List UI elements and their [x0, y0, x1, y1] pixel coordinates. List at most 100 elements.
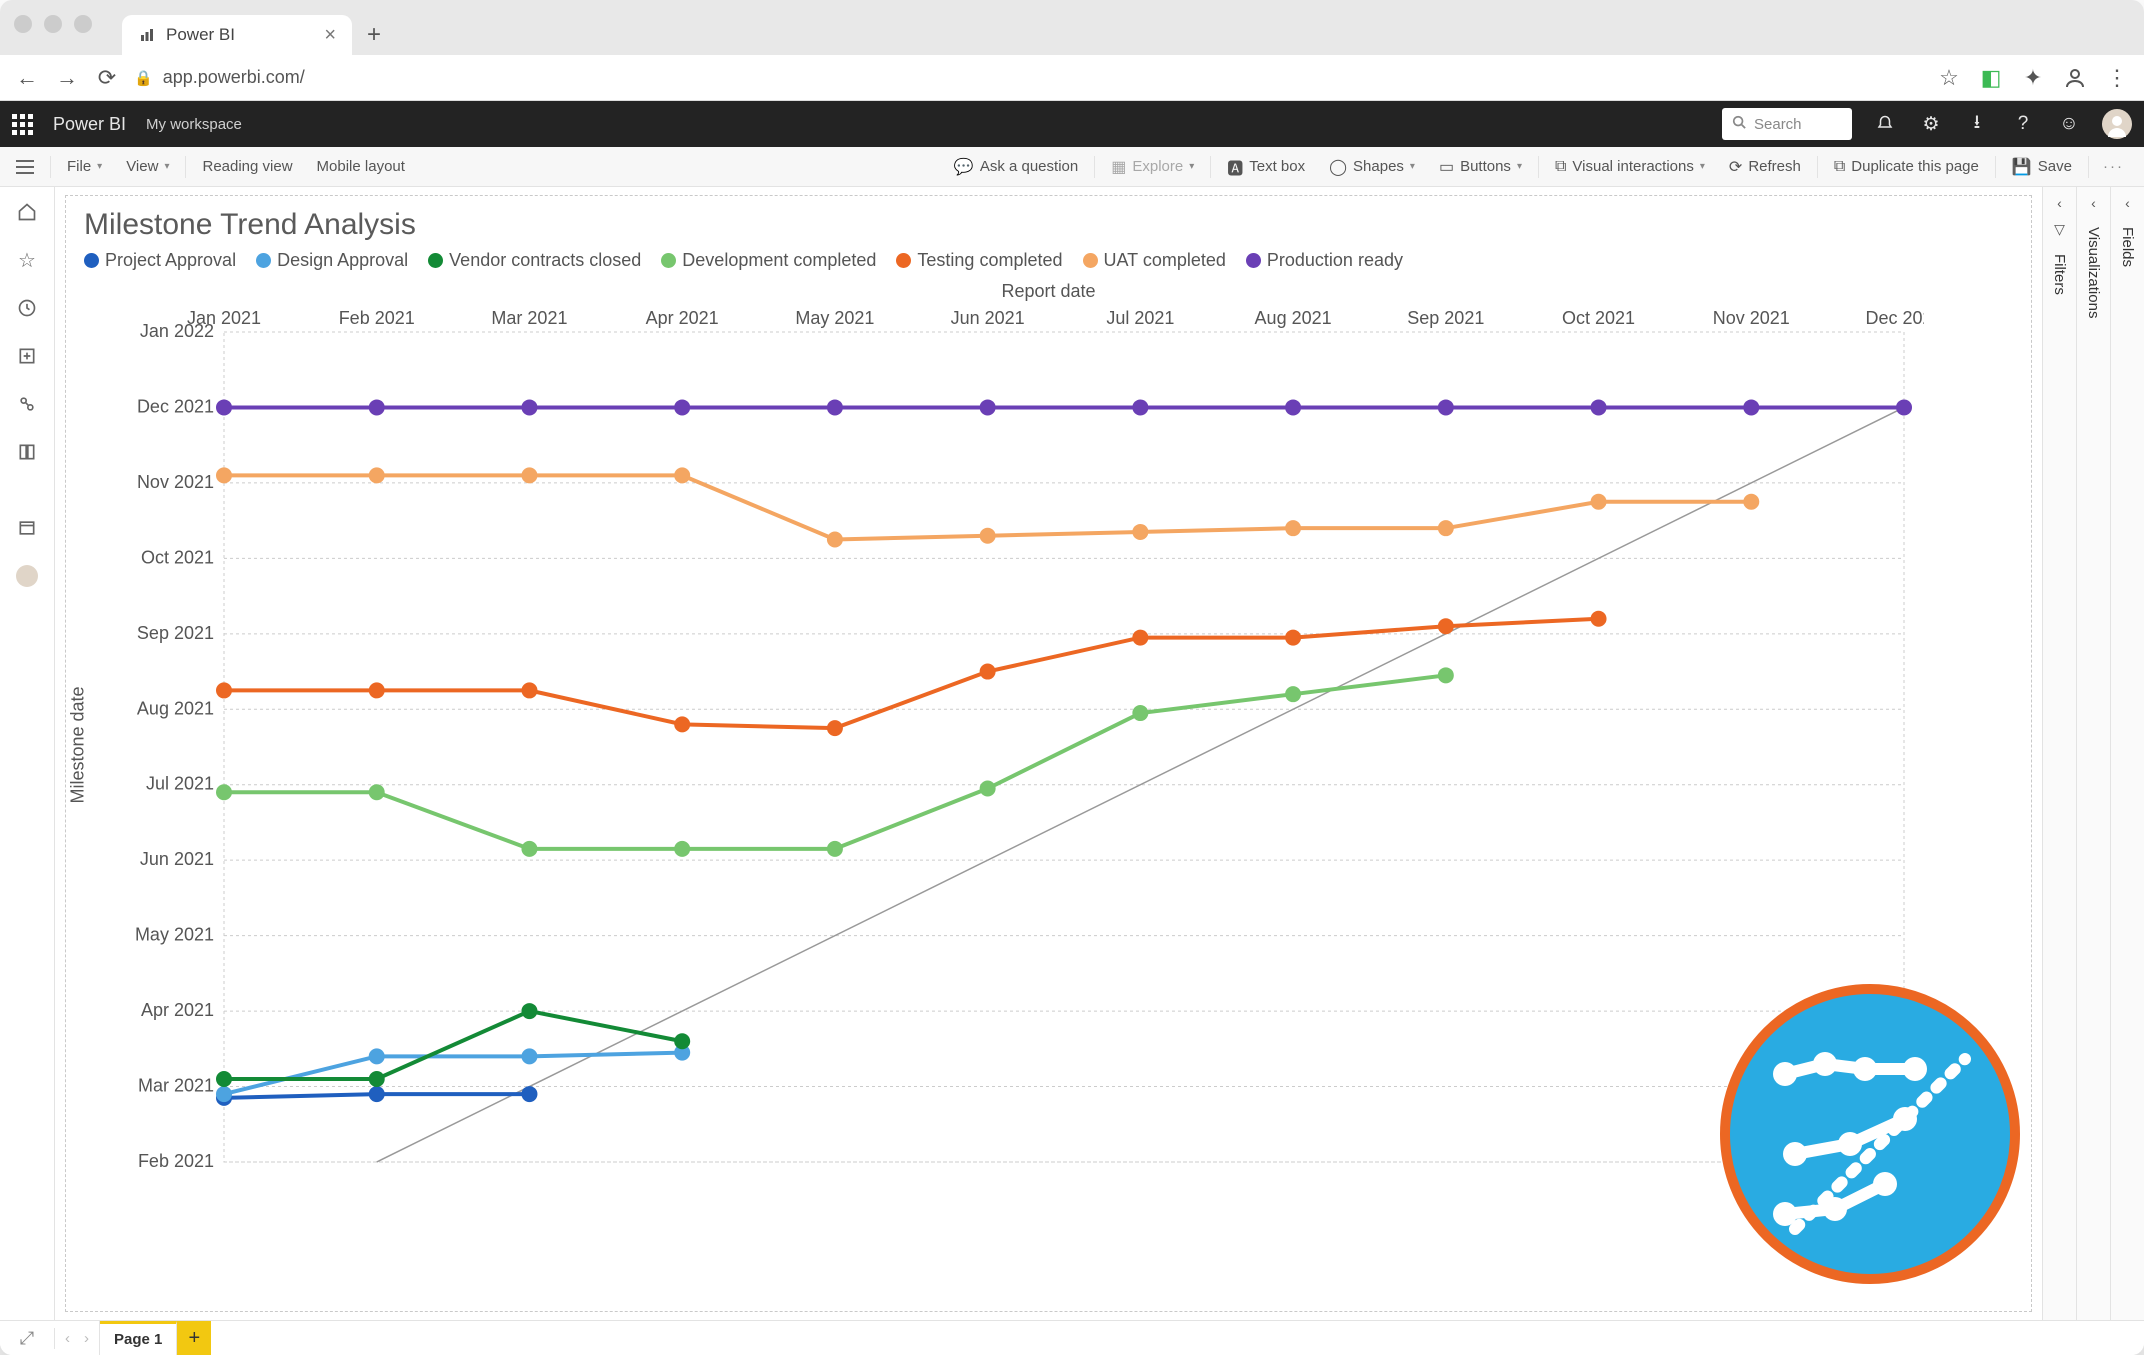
textbox-button[interactable]: 🅰Text box — [1215, 147, 1317, 187]
bookmark-star-icon[interactable]: ☆ — [1936, 65, 1962, 91]
browser-tab-title: Power BI — [166, 25, 235, 45]
page-prev-icon[interactable]: ‹ — [65, 1330, 70, 1347]
help-icon[interactable]: ? — [2010, 111, 2036, 137]
notifications-icon[interactable] — [1872, 111, 1898, 137]
page-next-icon[interactable]: › — [84, 1330, 89, 1347]
svg-text:May 2021: May 2021 — [135, 925, 214, 945]
x-axis-label: Report date — [66, 281, 2031, 302]
refresh-button[interactable]: ⟳Refresh — [1717, 147, 1813, 187]
window-close-dot[interactable] — [14, 15, 32, 33]
save-button[interactable]: 💾Save — [2000, 147, 2084, 187]
chevron-left-icon: ‹ — [2091, 195, 2096, 211]
download-icon[interactable]: ⭳ — [1964, 111, 1990, 137]
fullscreen-icon[interactable]: ⤢ — [0, 1328, 55, 1349]
lock-icon: 🔒 — [134, 69, 153, 87]
svg-text:Jul 2021: Jul 2021 — [1106, 308, 1174, 328]
left-nav-rail: ☆ — [0, 187, 55, 1320]
favorites-icon[interactable]: ☆ — [14, 247, 40, 273]
browser-tab[interactable]: Power BI × — [122, 15, 352, 55]
learn-icon[interactable] — [14, 515, 40, 541]
apps-icon[interactable] — [14, 439, 40, 465]
fields-pane[interactable]: ‹ Fields — [2110, 187, 2144, 1320]
home-icon[interactable] — [14, 199, 40, 225]
workspace-avatar-icon[interactable] — [14, 563, 40, 589]
svg-text:Sep 2021: Sep 2021 — [137, 623, 214, 643]
legend-item[interactable]: Vendor contracts closed — [428, 250, 641, 271]
svg-text:Dec 2021: Dec 2021 — [137, 396, 214, 416]
url-field[interactable]: 🔒 app.powerbi.com/ — [134, 67, 1922, 88]
datasets-icon[interactable] — [14, 391, 40, 417]
comment-icon: 💬 — [954, 157, 974, 177]
legend-item[interactable]: Testing completed — [896, 250, 1062, 271]
new-tab-button[interactable]: + — [358, 19, 390, 51]
search-placeholder: Search — [1754, 116, 1802, 133]
buttons-button[interactable]: ▭Buttons▾ — [1427, 147, 1534, 187]
visual-type-badge — [1720, 984, 2020, 1284]
reading-view-button[interactable]: Reading view — [190, 147, 304, 187]
filters-pane[interactable]: ‹ ▽ Filters — [2042, 187, 2076, 1320]
duplicate-page-button[interactable]: ⧉Duplicate this page — [1822, 147, 1991, 187]
tab-close-icon[interactable]: × — [324, 25, 336, 45]
duplicate-icon: ⧉ — [1834, 158, 1845, 176]
nav-forward-icon[interactable]: → — [54, 65, 80, 91]
url-text: app.powerbi.com/ — [163, 67, 305, 88]
svg-text:Jun 2021: Jun 2021 — [140, 849, 214, 869]
workspace-breadcrumb[interactable]: My workspace — [146, 116, 242, 133]
settings-gear-icon[interactable]: ⚙ — [1918, 111, 1944, 137]
shapes-button[interactable]: ◯Shapes▾ — [1317, 147, 1427, 187]
app-launcher-icon[interactable] — [12, 114, 33, 135]
svg-text:Aug 2021: Aug 2021 — [137, 698, 214, 718]
window-max-dot[interactable] — [74, 15, 92, 33]
svg-text:Apr 2021: Apr 2021 — [646, 308, 719, 328]
pbi-top-bar: Power BI My workspace Search ⚙ ⭳ ? ☺ — [0, 101, 2144, 147]
user-avatar[interactable] — [2102, 109, 2132, 139]
extensions-icon[interactable]: ✦ — [2020, 65, 2046, 91]
kebab-menu-icon[interactable]: ⋮ — [2104, 65, 2130, 91]
feedback-smiley-icon[interactable]: ☺ — [2056, 111, 2082, 137]
svg-text:Jan 2021: Jan 2021 — [187, 308, 261, 328]
chevron-left-icon: ‹ — [2057, 195, 2062, 211]
refresh-icon: ⟳ — [1729, 157, 1742, 177]
svg-text:Nov 2021: Nov 2021 — [137, 472, 214, 492]
legend-item[interactable]: Project Approval — [84, 250, 236, 271]
legend-item[interactable]: UAT completed — [1083, 250, 1226, 271]
nav-reload-icon[interactable]: ⟳ — [94, 65, 120, 91]
svg-text:Oct 2021: Oct 2021 — [1562, 308, 1635, 328]
page-tab-bar: ⤢ ‹ › Page 1 + — [0, 1320, 2144, 1355]
window-min-dot[interactable] — [44, 15, 62, 33]
global-search[interactable]: Search — [1722, 108, 1852, 140]
chromecast-icon[interactable]: ◧ — [1978, 65, 2004, 91]
svg-text:Nov 2021: Nov 2021 — [1713, 308, 1790, 328]
visual-interactions-button[interactable]: ⧉Visual interactions▾ — [1543, 147, 1717, 187]
svg-text:Sep 2021: Sep 2021 — [1407, 308, 1484, 328]
left-nav-toggle-icon[interactable] — [10, 160, 40, 174]
create-icon[interactable] — [14, 343, 40, 369]
mobile-layout-button[interactable]: Mobile layout — [305, 147, 417, 187]
add-page-button[interactable]: + — [177, 1321, 211, 1355]
chart-title: Milestone Trend Analysis — [84, 208, 2031, 242]
interactions-icon: ⧉ — [1555, 158, 1566, 176]
ask-question-button[interactable]: 💬Ask a question — [942, 147, 1090, 187]
right-pane-group: ‹ ▽ Filters ‹ Visualizations ‹ Fields — [2042, 187, 2144, 1320]
file-menu[interactable]: File▾ — [55, 147, 114, 187]
report-ribbon: File▾ View▾ Reading view Mobile layout 💬… — [0, 147, 2144, 187]
recent-icon[interactable] — [14, 295, 40, 321]
view-menu[interactable]: View▾ — [114, 147, 181, 187]
legend-item[interactable]: Design Approval — [256, 250, 408, 271]
buttons-icon: ▭ — [1439, 157, 1454, 177]
report-canvas-area[interactable]: Milestone Trend Analysis Project Approva… — [55, 187, 2042, 1320]
ribbon-overflow-icon[interactable]: ··· — [2093, 158, 2134, 175]
svg-text:Jul 2021: Jul 2021 — [146, 774, 214, 794]
nav-back-icon[interactable]: ← — [14, 65, 40, 91]
page-tab[interactable]: Page 1 — [100, 1321, 177, 1355]
save-icon: 💾 — [2012, 157, 2032, 177]
visualizations-pane[interactable]: ‹ Visualizations — [2076, 187, 2110, 1320]
chevron-left-icon: ‹ — [2125, 195, 2130, 211]
profile-icon[interactable] — [2062, 65, 2088, 91]
explore-button: ▦Explore▾ — [1099, 147, 1206, 187]
pbi-brand: Power BI — [53, 114, 126, 135]
filter-funnel-icon: ▽ — [2054, 221, 2065, 238]
shapes-icon: ◯ — [1329, 157, 1347, 177]
legend-item[interactable]: Development completed — [661, 250, 876, 271]
legend-item[interactable]: Production ready — [1246, 250, 1403, 271]
